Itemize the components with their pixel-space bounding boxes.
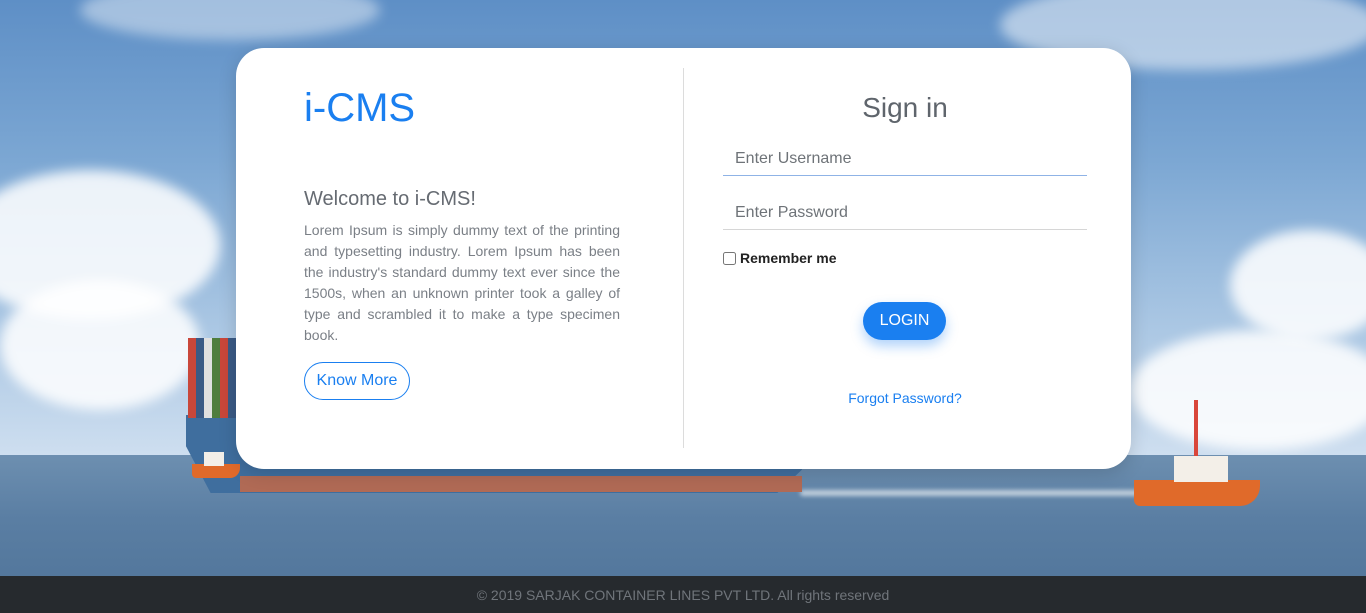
- login-button[interactable]: LOGIN: [863, 302, 946, 340]
- welcome-description: Lorem Ipsum is simply dummy text of the …: [304, 222, 620, 343]
- footer-copyright: © 2019 SARJAK CONTAINER LINES PVT LTD. A…: [476, 586, 890, 603]
- username-input[interactable]: [723, 142, 1087, 176]
- login-card: i-CMS Welcome to i-CMS! Lorem Ipsum is s…: [236, 48, 1131, 469]
- container-ship-bottom: [240, 476, 802, 492]
- remember-me-label: Remember me: [740, 250, 837, 266]
- signin-title: Sign in: [862, 92, 948, 123]
- tugboat: [1134, 400, 1260, 506]
- boat-wake: [800, 490, 1140, 496]
- welcome-heading: Welcome to i-CMS!: [304, 188, 476, 210]
- forgot-password-link[interactable]: Forgot Password?: [723, 390, 1087, 406]
- brand-title: i-CMS: [304, 86, 416, 130]
- remember-me[interactable]: Remember me: [723, 250, 837, 266]
- remember-me-checkbox[interactable]: [723, 251, 736, 265]
- cloud: [0, 280, 200, 410]
- password-input[interactable]: [723, 196, 1087, 230]
- footer: © 2019 SARJAK CONTAINER LINES PVT LTD. A…: [0, 576, 1366, 613]
- small-tugboat: [192, 452, 240, 478]
- know-more-button[interactable]: Know More: [304, 362, 410, 400]
- card-divider: [683, 68, 684, 448]
